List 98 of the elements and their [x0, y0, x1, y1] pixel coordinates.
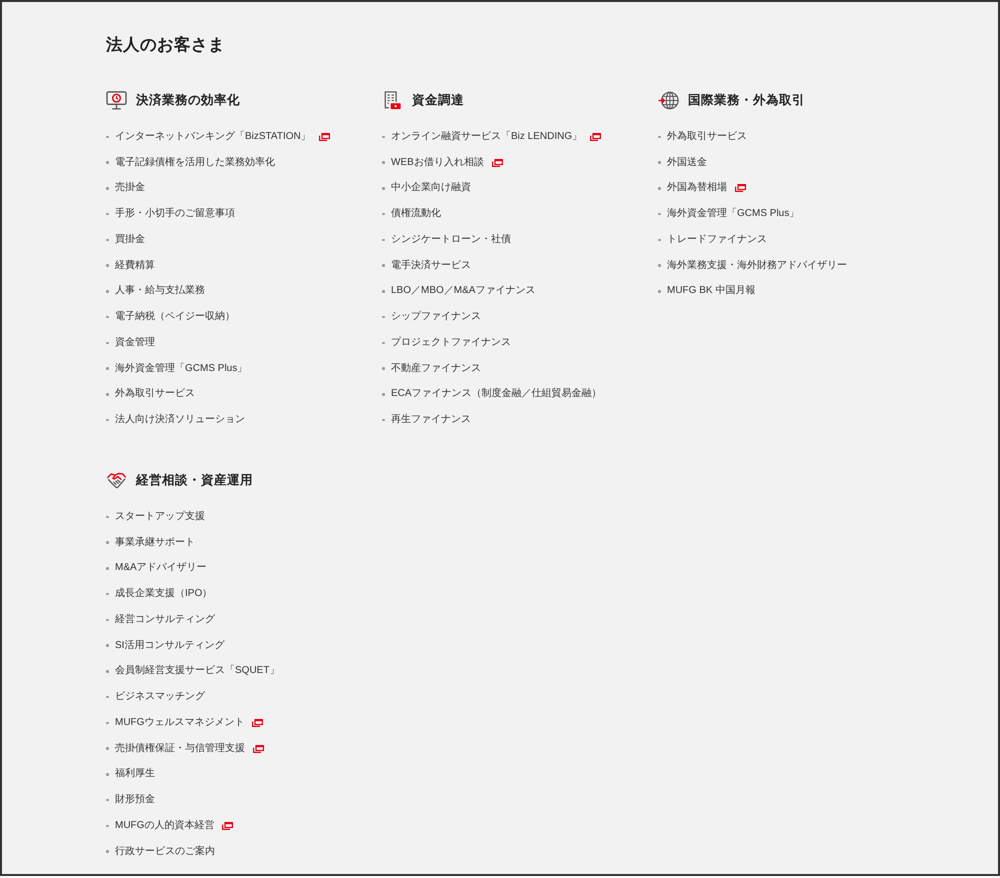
bullet-icon — [382, 136, 384, 138]
bullet-icon — [658, 212, 660, 216]
service-link[interactable]: 債権流動化 — [391, 207, 441, 222]
bullet-icon — [106, 541, 108, 544]
service-link[interactable]: シンジケートローン・社債 — [391, 232, 511, 247]
service-link[interactable]: 電子記録債権を活用した業務効率化 — [115, 156, 275, 170]
service-link[interactable]: 資金管理 — [115, 336, 155, 350]
service-link[interactable]: 会員制経営支援サービス「SQUET」 — [115, 664, 280, 678]
section-heading: 経営相談・資産運用 — [136, 472, 253, 489]
bullet-icon — [106, 722, 108, 724]
service-link[interactable]: 海外資金管理「GCMS Plus」 — [667, 207, 800, 222]
bullet-icon — [106, 316, 108, 318]
service-link[interactable]: トレードファイナンス — [667, 232, 767, 247]
bullet-icon — [106, 824, 108, 828]
service-link[interactable]: 外為取引サービス — [115, 387, 195, 402]
service-link[interactable]: 財形預金 — [115, 793, 155, 808]
service-link[interactable]: LBO／MBO／M&Aファイナンス — [391, 284, 536, 298]
bullet-icon — [106, 567, 108, 570]
service-link[interactable]: M&Aアドバイザリー — [115, 561, 207, 576]
service-link[interactable]: 海外資金管理「GCMS Plus」 — [115, 362, 248, 376]
service-link[interactable]: 外国送金 — [667, 156, 707, 170]
bullet-icon — [106, 644, 108, 647]
service-link[interactable]: インターネットバンキング「BizSTATION」 — [115, 130, 311, 144]
bullet-icon — [106, 342, 108, 344]
bullet-icon — [106, 516, 108, 518]
service-link[interactable]: 外為取引サービス — [667, 130, 747, 144]
bullet-icon — [106, 290, 108, 293]
service-link[interactable]: 電手決済サービス — [391, 258, 471, 273]
service-link[interactable]: スタートアップ支援 — [115, 510, 205, 524]
bullet-icon — [106, 238, 108, 242]
service-link[interactable]: 売掛債権保証・与信管理支援 — [115, 742, 245, 756]
service-link[interactable]: プロジェクトファイナンス — [391, 336, 511, 350]
service-link[interactable]: 人事・給与支払業務 — [115, 284, 205, 298]
service-link[interactable]: 行政サービスのご案内 — [115, 844, 215, 859]
service-link[interactable]: シップファイナンス — [391, 310, 481, 324]
bullet-icon — [106, 264, 108, 267]
service-link[interactable]: 中小企業向け融資 — [391, 181, 471, 196]
page-title: 法人のお客さま — [106, 34, 225, 56]
service-link[interactable]: ECAファイナンス（制度金融／仕組貿易金融） — [391, 387, 602, 402]
section-heading: 決済業務の効率化 — [136, 92, 240, 109]
bullet-icon — [658, 290, 660, 293]
service-link[interactable]: 不動産ファイナンス — [391, 362, 481, 376]
bullet-icon — [382, 238, 384, 242]
service-link[interactable]: 成長企業支援（IPO） — [115, 587, 212, 602]
bullet-icon — [382, 393, 384, 396]
bullet-icon — [382, 418, 384, 422]
bullet-icon — [106, 367, 108, 370]
bullet-icon — [382, 290, 384, 293]
service-link[interactable]: 法人向け決済ソリューション — [115, 413, 245, 428]
service-link[interactable]: SI活用コンサルティング — [115, 638, 224, 653]
service-link[interactable]: ビジネスマッチング — [115, 690, 205, 704]
service-link[interactable]: MUFG BK 中国月報 — [667, 284, 756, 298]
bullet-icon — [658, 161, 660, 164]
bullet-icon — [106, 670, 108, 673]
bullet-icon — [382, 187, 384, 190]
bullet-icon — [106, 592, 108, 596]
bullet-icon — [382, 316, 384, 318]
service-link[interactable]: オンライン融資サービス「Biz LENDING」 — [391, 130, 582, 144]
service-link[interactable]: 電子納税（ペイジー収納） — [115, 310, 235, 324]
handshake-icon — [106, 470, 127, 490]
bullet-icon — [106, 136, 108, 138]
bullet-icon — [658, 187, 660, 190]
bullet-icon — [106, 696, 108, 698]
bullet-icon — [382, 161, 384, 164]
section-heading: 国際業務・外為取引 — [688, 92, 805, 109]
bullet-icon — [382, 342, 384, 344]
service-link[interactable]: 海外業務支援・海外財務アドバイザリー — [667, 258, 847, 273]
bullet-icon — [106, 187, 108, 190]
service-link[interactable]: 事業承継サポート — [115, 536, 195, 550]
bullet-icon — [382, 367, 384, 370]
bullet-icon — [106, 618, 108, 622]
bullet-icon — [382, 212, 384, 216]
bullet-icon — [658, 136, 660, 138]
bullet-icon — [106, 850, 108, 853]
service-link[interactable]: 買掛金 — [115, 232, 145, 247]
bullet-icon — [658, 238, 660, 242]
bullet-icon — [106, 773, 108, 776]
monitor-clock-icon — [106, 90, 127, 110]
bullet-icon — [106, 418, 108, 422]
section-heading: 資金調達 — [412, 92, 464, 109]
bullet-icon — [106, 798, 108, 802]
bullet-icon — [106, 212, 108, 216]
service-link[interactable]: MUFGウェルスマネジメント — [115, 716, 244, 730]
service-link[interactable]: MUFGの人的資本経営 — [115, 818, 214, 833]
service-link[interactable]: 再生ファイナンス — [391, 413, 471, 428]
bullet-icon — [106, 747, 108, 750]
bullet-icon — [382, 264, 384, 267]
service-link[interactable]: WEBお借り入れ相談 — [391, 156, 484, 170]
service-link[interactable]: 福利厚生 — [115, 767, 155, 782]
service-link[interactable]: 経営コンサルティング — [115, 612, 215, 627]
service-link[interactable]: 手形・小切手のご留意事項 — [115, 207, 235, 222]
bullet-icon — [106, 393, 108, 396]
bullet-icon — [658, 264, 660, 267]
service-link[interactable]: 外国為替相場 — [667, 181, 727, 196]
document-card-icon — [382, 90, 403, 110]
service-link[interactable]: 売掛金 — [115, 181, 145, 196]
service-link[interactable]: 経費精算 — [115, 258, 155, 273]
bullet-icon — [106, 161, 108, 164]
